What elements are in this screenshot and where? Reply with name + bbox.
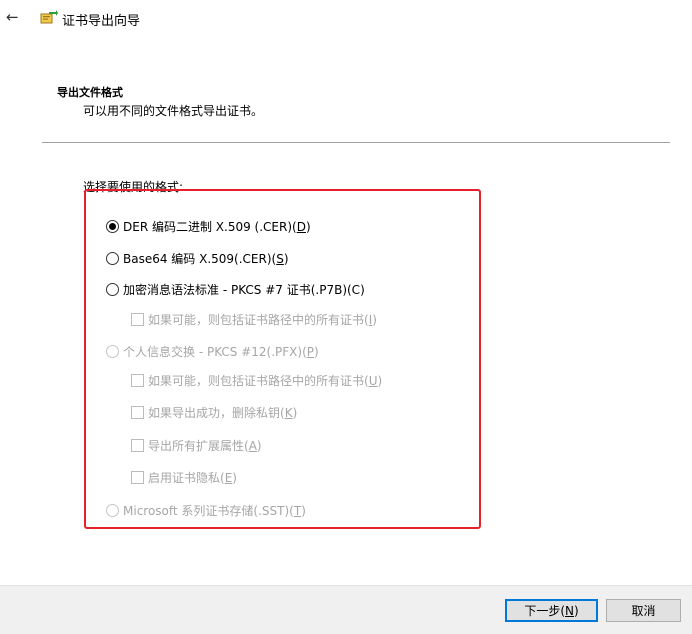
radio-der-binary[interactable]: DER 编码二进制 X.509 (.CER)(D) [106,218,311,235]
option-label-suffix: ) [301,503,306,518]
option-label: 启用证书隐私( [148,471,225,485]
checkbox-pfx-include-chain[interactable]: 如果可能，则包括证书路径中的所有证书(U) [131,372,382,389]
back-arrow-icon[interactable]: ← [6,9,19,25]
access-key: K [284,405,293,420]
option-label-suffix: ) [256,438,262,453]
radio-pkcs12[interactable]: 个人信息交换 - PKCS #12(.PFX)(P) [106,343,319,360]
checkbox[interactable] [131,439,144,452]
access-key: N [565,603,574,618]
option-label: 导出所有扩展属性( [148,439,249,453]
checkbox[interactable] [131,374,144,387]
access-key: S [276,251,284,266]
checkbox-export-extended-properties[interactable]: 导出所有扩展属性(A) [131,437,262,454]
checkbox-pkcs7-include-chain[interactable]: 如果可能，则包括证书路径中的所有证书(I) [131,311,377,328]
option-label-suffix: ) [372,312,377,327]
wizard-title: 证书导出向导 [62,14,141,29]
option-label: Microsoft 系列证书存储(.SST)( [123,504,294,518]
option-label-suffix: ) [292,405,298,420]
radio-microsoft-sst[interactable]: Microsoft 系列证书存储(.SST)(T) [106,502,306,519]
access-key: A [248,438,257,453]
option-label: Base64 编码 X.509(.CER)( [123,252,277,266]
option-label-suffix: ) [314,344,319,359]
section-title: 导出文件格式 [57,86,123,99]
access-key: D [296,219,306,234]
section-description: 可以用不同的文件格式导出证书。 [83,104,264,118]
next-label-suffix: ) [573,603,579,618]
option-label: 个人信息交换 - PKCS #12(.PFX)( [123,345,307,359]
certificate-export-icon [40,10,58,24]
radio-pkcs7[interactable]: 加密消息语法标准 - PKCS #7 证书(.P7B)(C) [106,281,365,298]
access-key: P [306,344,315,359]
checkbox-delete-private-key[interactable]: 如果导出成功，删除私钥(K) [131,404,297,421]
radio-button[interactable] [106,283,119,296]
next-label: 下一步( [524,604,565,618]
header-divider [42,142,670,143]
cancel-button[interactable]: 取消 [606,599,681,622]
option-label-suffix: ) [283,251,289,266]
checkbox-enable-certificate-privacy[interactable]: 启用证书隐私(E) [131,469,237,486]
checkbox[interactable] [131,406,144,419]
radio-button[interactable] [106,504,119,517]
radio-base64[interactable]: Base64 编码 X.509(.CER)(S) [106,250,289,267]
access-key: T [293,503,302,518]
option-label: 如果可能，则包括证书路径中的所有证书( [148,313,369,327]
next-button[interactable]: 下一步(N) [505,599,598,622]
radio-button[interactable] [106,345,119,358]
option-label-suffix: ) [305,219,311,234]
access-key: U [368,373,378,388]
option-label: 如果可能，则包括证书路径中的所有证书( [148,374,369,388]
radio-button[interactable] [106,252,119,265]
wizard-footer: 下一步(N) 取消 [0,585,692,634]
option-label: 加密消息语法标准 - PKCS #7 证书(.P7B)(C) [123,283,365,297]
checkbox[interactable] [131,313,144,326]
access-key: E [224,470,233,485]
option-label: DER 编码二进制 X.509 (.CER)( [123,220,297,234]
title-bar: ← 证书导出向导 [0,0,692,36]
option-label-suffix: ) [232,470,237,485]
radio-button[interactable] [106,220,119,233]
option-label: 如果导出成功，删除私钥( [148,406,285,420]
checkbox[interactable] [131,471,144,484]
option-label-suffix: ) [377,373,383,388]
